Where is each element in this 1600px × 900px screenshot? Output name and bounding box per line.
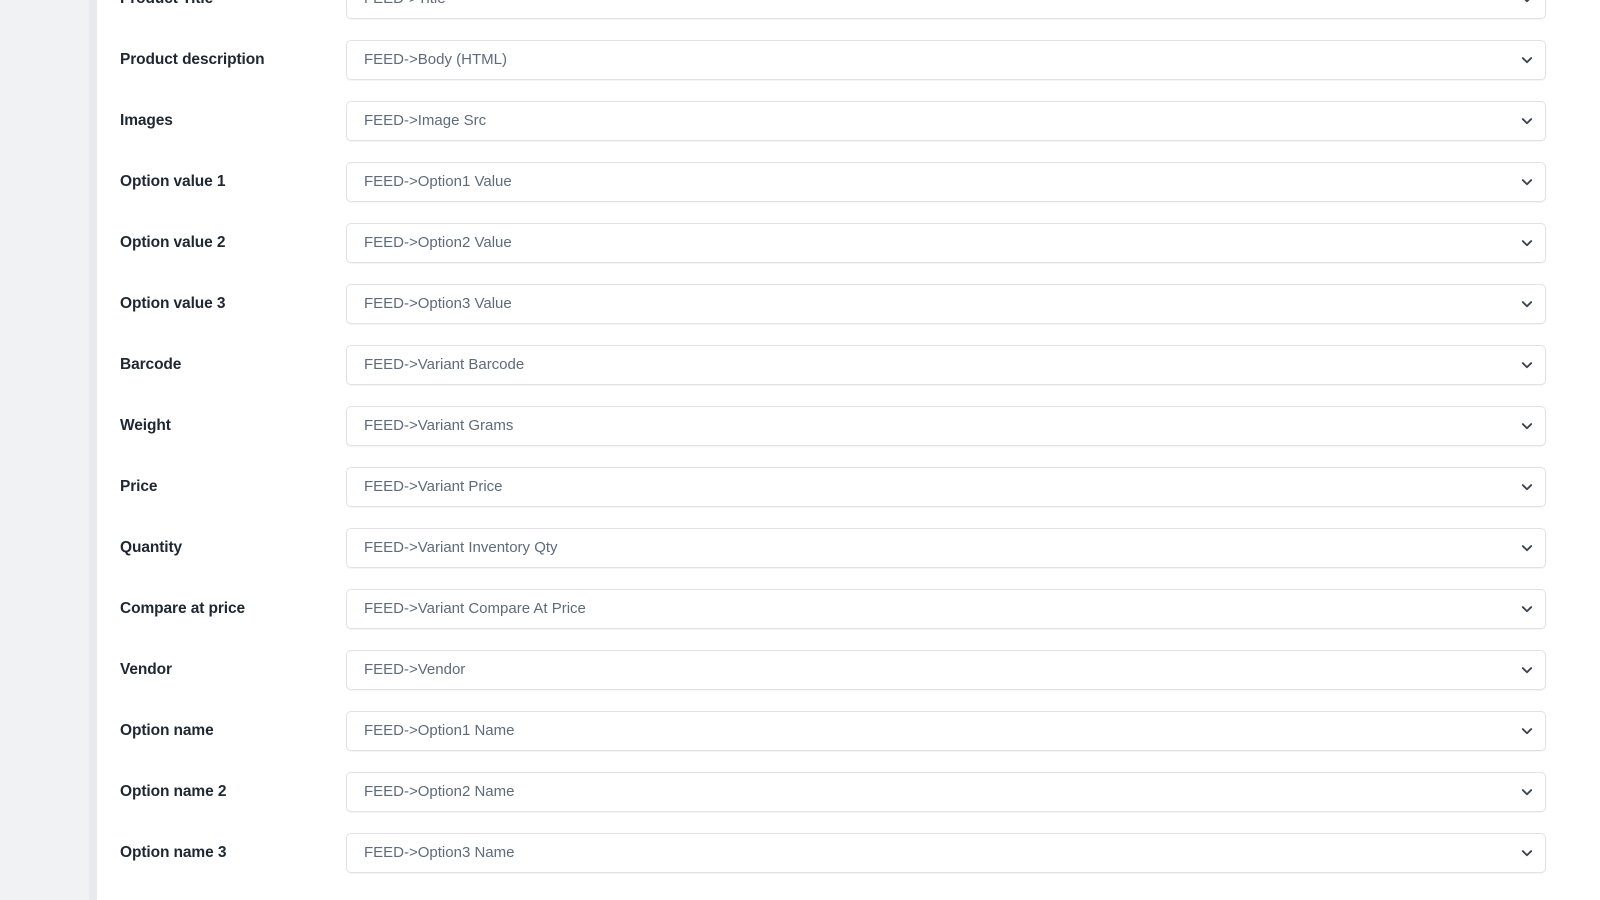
left-divider [89,0,97,900]
field-label-11: Vendor [120,661,172,678]
field-select-value-6: FEED->Variant Barcode [364,356,525,373]
field-select-9[interactable]: FEED->Variant Inventory Qty [346,528,1546,568]
field-select-value-12: FEED->Option1 Name [364,722,515,739]
chevron-down-icon [1520,724,1534,738]
field-select-value-10: FEED->Variant Compare At Price [364,600,586,617]
field-select-wrapper: FEED->Body (HTML) [346,40,1546,80]
field-select-value-14: FEED->Option3 Name [364,844,515,861]
field-mapping-row: Option name FEED->Option1 Name [97,711,1600,751]
chevron-down-icon [1520,602,1534,616]
field-label-3: Option value 1 [120,173,226,190]
field-mapping-row: Option value 2 FEED->Option2 Value [97,223,1600,263]
field-select-10[interactable]: FEED->Variant Compare At Price [346,589,1546,629]
field-label-7: Weight [120,417,171,434]
field-select-wrapper: FEED->Variant Price [346,467,1546,507]
field-select-wrapper: FEED->Variant Barcode [346,345,1546,385]
field-select-wrapper: FEED->Title [346,0,1546,19]
field-select-8[interactable]: FEED->Variant Price [346,467,1546,507]
field-select-wrapper: FEED->Vendor [346,650,1546,690]
chevron-down-icon [1520,175,1534,189]
field-label-8: Price [120,478,158,495]
chevron-down-icon [1520,541,1534,555]
field-select-14[interactable]: FEED->Option3 Name [346,833,1546,873]
field-select-4[interactable]: FEED->Option2 Value [346,223,1546,263]
field-select-value-9: FEED->Variant Inventory Qty [364,539,558,556]
field-mapping-row: Option value 1 FEED->Option1 Value [97,162,1600,202]
field-mapping-content: Product Title FEED->Title Product descri… [97,0,1600,900]
field-mapping-row: Compare at price FEED->Variant Compare A… [97,589,1600,629]
field-select-value-5: FEED->Option3 Value [364,295,512,312]
field-label-10: Compare at price [120,600,246,617]
field-select-value-8: FEED->Variant Price [364,478,503,495]
field-select-wrapper: FEED->Variant Inventory Qty [346,528,1546,568]
field-select-value-3: FEED->Option1 Value [364,173,512,190]
field-mapping-row: Images FEED->Image Src [97,101,1600,141]
chevron-down-icon [1520,53,1534,67]
chevron-down-icon [1520,236,1534,250]
field-select-12[interactable]: FEED->Option1 Name [346,711,1546,751]
field-select-value-11: FEED->Vendor [364,661,466,678]
field-mapping-form: Product Title FEED->Title Product descri… [97,0,1600,894]
left-gutter [0,0,89,900]
chevron-down-icon [1520,114,1534,128]
field-select-3[interactable]: FEED->Option1 Value [346,162,1546,202]
field-select-6[interactable]: FEED->Variant Barcode [346,345,1546,385]
field-mapping-page: Product Title FEED->Title Product descri… [0,0,1600,900]
field-select-value-1: FEED->Body (HTML) [364,51,507,68]
chevron-down-icon [1520,846,1534,860]
field-label-13: Option name 2 [120,783,227,800]
field-select-0[interactable]: FEED->Title [346,0,1546,19]
field-select-wrapper: FEED->Option2 Value [346,223,1546,263]
field-select-11[interactable]: FEED->Vendor [346,650,1546,690]
chevron-down-icon [1520,358,1534,372]
field-select-13[interactable]: FEED->Option2 Name [346,772,1546,812]
field-label-5: Option value 3 [120,295,226,312]
field-label-14: Option name 3 [120,844,227,861]
field-select-7[interactable]: FEED->Variant Grams [346,406,1546,446]
field-select-value-13: FEED->Option2 Name [364,783,515,800]
field-mapping-row: Weight FEED->Variant Grams [97,406,1600,446]
field-select-wrapper: FEED->Option3 Name [346,833,1546,873]
field-mapping-row: Product Title FEED->Title [97,0,1600,19]
field-mapping-row: Option name 3 FEED->Option3 Name [97,833,1600,873]
field-select-value-2: FEED->Image Src [364,112,487,129]
field-select-wrapper: FEED->Option2 Name [346,772,1546,812]
field-label-12: Option name [120,722,214,739]
field-label-9: Quantity [120,539,183,556]
field-label-0: Product Title [97,0,346,19]
field-select-wrapper: FEED->Option3 Value [346,284,1546,324]
chevron-down-icon [1520,0,1534,6]
field-mapping-row: Barcode FEED->Variant Barcode [97,345,1600,385]
field-select-1[interactable]: FEED->Body (HTML) [346,40,1546,80]
field-mapping-row: Quantity FEED->Variant Inventory Qty [97,528,1600,568]
chevron-down-icon [1520,419,1534,433]
field-select-wrapper: FEED->Variant Grams [346,406,1546,446]
field-select-value-4: FEED->Option2 Value [364,234,512,251]
field-select-wrapper: FEED->Variant Compare At Price [346,589,1546,629]
field-mapping-row: Option value 3 FEED->Option3 Value [97,284,1600,324]
field-select-wrapper: FEED->Image Src [346,101,1546,141]
field-mapping-row: Product description FEED->Body (HTML) [97,40,1600,80]
field-label-2: Images [120,112,173,129]
field-select-value-7: FEED->Variant Grams [364,417,514,434]
chevron-down-icon [1520,297,1534,311]
field-label-4: Option value 2 [120,234,226,251]
field-mapping-row: Vendor FEED->Vendor [97,650,1600,690]
field-select-5[interactable]: FEED->Option3 Value [346,284,1546,324]
chevron-down-icon [1520,785,1534,799]
chevron-down-icon [1520,663,1534,677]
field-select-value-0: FEED->Title [364,0,446,18]
field-label-6: Barcode [120,356,182,373]
field-select-wrapper: FEED->Option1 Name [346,711,1546,751]
field-select-2[interactable]: FEED->Image Src [346,101,1546,141]
field-mapping-row: Price FEED->Variant Price [97,467,1600,507]
field-select-wrapper: FEED->Option1 Value [346,162,1546,202]
field-label-1: Product description [120,51,265,68]
chevron-down-icon [1520,480,1534,494]
field-mapping-row: Option name 2 FEED->Option2 Name [97,772,1600,812]
